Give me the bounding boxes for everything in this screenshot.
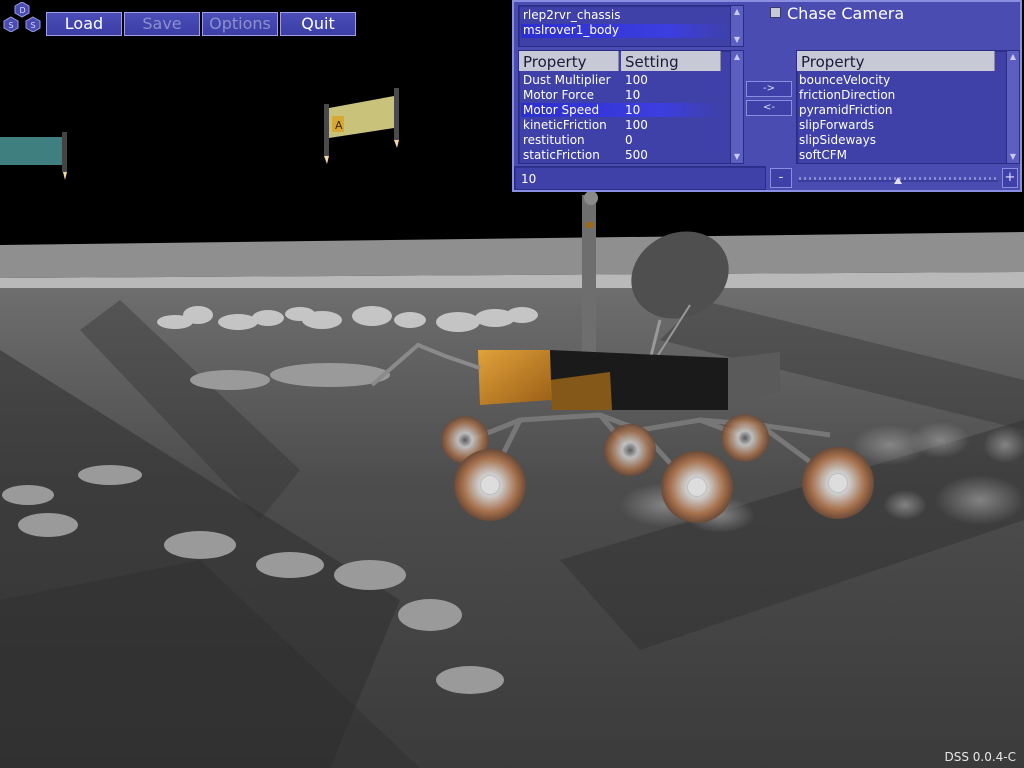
value-input[interactable]: 10 [514,166,766,190]
increment-button[interactable]: + [1002,168,1018,188]
scroll-up-icon[interactable]: ▲ [731,6,743,18]
property-row-setting[interactable]: 10 [625,88,640,103]
object-list[interactable]: rlep2rvr_chassis mslrover1_body ▲ ▼ [518,5,744,47]
available-property-item[interactable]: softCFM [799,148,847,163]
remove-property-button[interactable]: <- [746,100,792,116]
front-wheel-right [802,447,874,519]
property-row-setting[interactable]: 100 [625,73,648,88]
logo-letter-s1: S [9,21,14,30]
decrement-button[interactable]: - [770,168,792,188]
property-row-name[interactable]: Motor Force [523,88,594,103]
property-table-scrollbar[interactable]: ▲ ▼ [730,51,743,163]
property-setting-table[interactable]: Property Setting Dust Multiplier 100 Motor… [518,50,744,164]
available-list-scrollbar[interactable]: ▲ ▼ [1006,51,1019,163]
load-button[interactable]: Load [46,12,122,36]
quit-button[interactable]: Quit [280,12,356,36]
property-row-setting[interactable]: 500 [625,148,648,163]
properties-panel: rlep2rvr_chassis mslrover1_body ▲ ▼ Chas… [512,0,1022,192]
property-row-setting[interactable]: 100 [625,118,648,133]
scroll-up-icon[interactable]: ▲ [731,51,743,63]
property-row-name[interactable]: Motor Speed [523,103,599,118]
version-label: DSS 0.0.4-C [944,750,1016,764]
add-property-button[interactable]: -> [746,81,792,97]
property-row-name[interactable]: staticFriction [523,148,600,163]
chase-camera-checkbox[interactable] [770,7,781,18]
property-row-name[interactable]: restitution [523,133,585,148]
save-button[interactable]: Save [124,12,200,36]
setting-column-header: Setting [621,51,721,71]
available-property-header: Property [797,51,995,71]
object-item-rlep2rvr-chassis[interactable]: rlep2rvr_chassis [523,8,621,23]
available-property-list[interactable]: Property bounceVelocity frictionDirection… [796,50,1020,164]
scroll-down-icon[interactable]: ▼ [731,34,743,46]
available-property-item[interactable]: frictionDirection [799,88,895,103]
object-item-mslrover1-body[interactable]: mslrover1_body [523,23,619,38]
value-slider[interactable] [798,174,998,184]
sign-letter: A [335,119,343,132]
property-row-name[interactable]: Dust Multiplier [523,73,611,88]
available-property-item[interactable]: slipSideways [799,133,876,148]
property-column-header: Property [519,51,619,71]
available-property-item[interactable]: bounceVelocity [799,73,890,88]
front-wheel-middle [661,451,733,523]
property-row-name[interactable]: kineticFriction [523,118,607,133]
property-row-setting[interactable]: 10 [625,103,640,118]
options-button[interactable]: Options [202,12,278,36]
scroll-down-icon[interactable]: ▼ [1007,151,1019,163]
logo-letter-d: D [20,6,26,15]
available-property-item[interactable]: slipForwards [799,118,874,133]
object-list-scrollbar[interactable]: ▲ ▼ [730,6,743,46]
scroll-up-icon[interactable]: ▲ [1007,51,1019,63]
chase-camera-label: Chase Camera [787,4,905,23]
front-wheel-left [454,449,526,521]
property-row-setting[interactable]: 0 [625,133,633,148]
logo-letter-s2: S [31,21,36,30]
available-property-item[interactable]: pyramidFriction [799,103,893,118]
dss-logo: D S S [3,2,41,32]
scroll-down-icon[interactable]: ▼ [731,151,743,163]
